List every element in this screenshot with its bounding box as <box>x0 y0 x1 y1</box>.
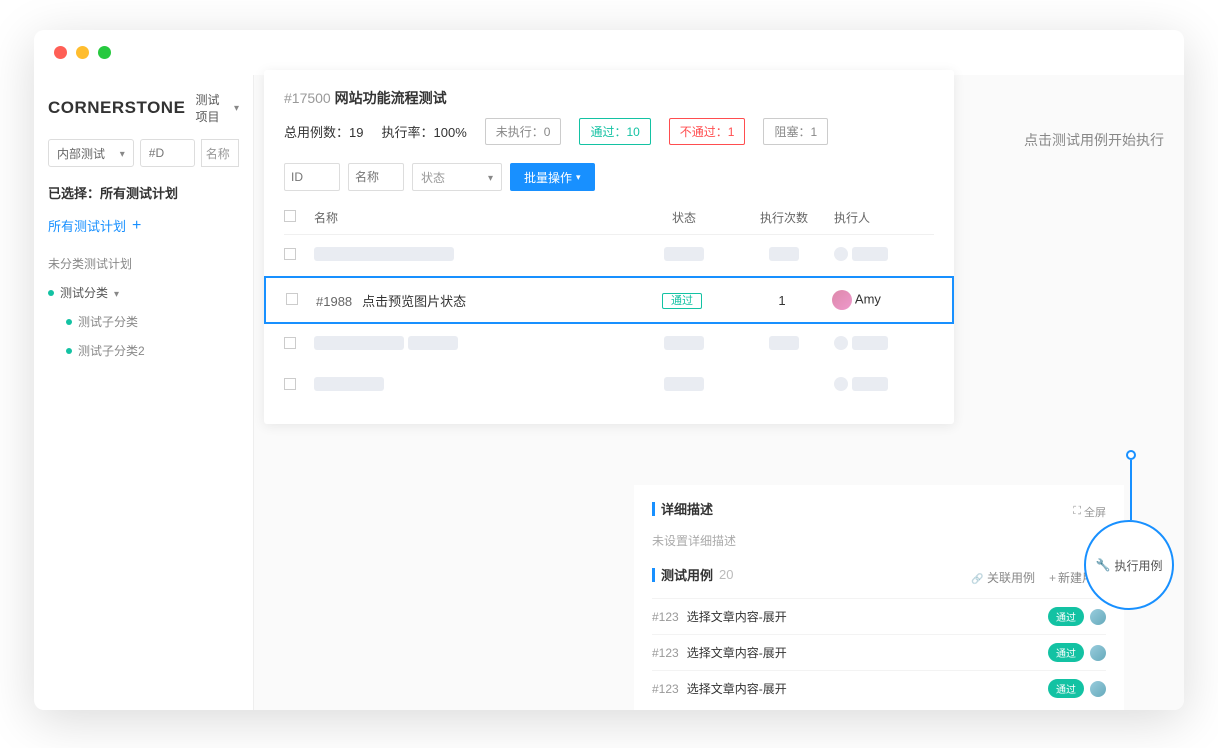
case-list-item[interactable]: #123选择文章内容-展开 通过 <box>652 670 1106 706</box>
empty-state-hint: 点击测试用例开始执行 <box>1024 130 1164 150</box>
avatar <box>1090 681 1106 697</box>
avatar <box>1090 645 1106 661</box>
table-row-selected[interactable]: #1988点击预览图片状态 通过 1 Amy <box>264 276 954 324</box>
filter-id-input[interactable] <box>140 139 195 167</box>
execute-case-callout[interactable]: 🔧执行用例 <box>1084 520 1174 610</box>
filter-scope-select[interactable]: 内部测试 <box>48 139 134 167</box>
uncategorized-plans[interactable]: 未分类测试计划 <box>48 249 239 278</box>
callout-anchor-icon <box>1126 450 1136 460</box>
category-child-2[interactable]: 测试子分类2 <box>48 336 239 365</box>
sidebar: CORNERSTONE 测试项目 内部测试 名称 已选择：所有测试计划 所有测试… <box>34 75 254 710</box>
window-titlebar <box>34 30 1184 75</box>
badge-not-run: 未执行：0 <box>485 118 562 145</box>
avatar <box>1090 609 1106 625</box>
project-selector[interactable]: 测试项目 <box>195 91 239 125</box>
total-cases: 总用例数：19 <box>284 122 363 141</box>
badge-fail: 不通过：1 <box>669 118 746 145</box>
bullet-icon <box>66 319 72 325</box>
close-icon[interactable] <box>54 46 67 59</box>
avatar <box>832 290 852 310</box>
brand-logo: CORNERSTONE <box>48 98 185 118</box>
case-list-item[interactable]: #123选择文章内容-展开 通过 <box>652 598 1106 634</box>
bullet-icon <box>66 348 72 354</box>
category-parent[interactable]: 测试分类 <box>48 278 239 307</box>
callout-line <box>1130 460 1132 520</box>
table-row[interactable] <box>284 324 934 365</box>
filter-name[interactable] <box>348 163 404 191</box>
detail-section: 详细描述 ⛶ 全屏 未设置详细描述 测试用例 20 关联用例 新建用例 #123… <box>634 485 1124 710</box>
case-list-item[interactable]: #123选择文章内容-展开 通过 <box>652 634 1106 670</box>
filter-id[interactable] <box>284 163 340 191</box>
fullscreen-button[interactable]: ⛶ 全屏 <box>1073 504 1106 520</box>
status-tag: 通过 <box>662 293 702 309</box>
add-plan-icon[interactable]: + <box>132 217 141 235</box>
row-checkbox[interactable] <box>284 248 296 260</box>
test-panel: #17500 网站功能流程测试 总用例数：19 执行率：100% 未执行：0 通… <box>264 70 954 424</box>
bullet-icon <box>48 290 54 296</box>
link-case-button[interactable]: 关联用例 <box>971 569 1035 586</box>
badge-pass: 通过：10 <box>579 118 650 145</box>
chevron-down-icon <box>114 286 119 300</box>
panel-title: #17500 网站功能流程测试 <box>284 88 934 108</box>
table-row[interactable] <box>284 235 934 276</box>
detail-empty-text: 未设置详细描述 <box>652 532 1106 549</box>
wrench-icon: 🔧 <box>1096 558 1111 572</box>
filter-status-select[interactable]: 状态 <box>412 163 502 191</box>
selected-plan-label: 已选择：所有测试计划 <box>48 183 239 202</box>
all-plans-link[interactable]: 所有测试计划+ <box>48 216 239 235</box>
batch-action-button[interactable]: 批量操作▾ <box>510 163 595 191</box>
plus-icon <box>1049 571 1058 585</box>
row-checkbox[interactable] <box>286 293 298 305</box>
main-area: 点击测试用例开始执行 #17500 网站功能流程测试 总用例数：19 执行率：1… <box>254 75 1184 710</box>
select-all-checkbox[interactable] <box>284 210 296 222</box>
maximize-icon[interactable] <box>98 46 111 59</box>
filter-name-input[interactable]: 名称 <box>201 139 239 167</box>
row-checkbox[interactable] <box>284 337 296 349</box>
exec-rate: 执行率：100% <box>381 122 466 141</box>
category-child-1[interactable]: 测试子分类 <box>48 307 239 336</box>
row-checkbox[interactable] <box>284 378 296 390</box>
badge-block: 阻塞：1 <box>763 118 828 145</box>
link-icon <box>971 571 983 585</box>
table-row[interactable] <box>284 365 934 406</box>
table-header: 名称 状态 执行次数 执行人 <box>284 201 934 235</box>
minimize-icon[interactable] <box>76 46 89 59</box>
app-window: CORNERSTONE 测试项目 内部测试 名称 已选择：所有测试计划 所有测试… <box>34 30 1184 710</box>
